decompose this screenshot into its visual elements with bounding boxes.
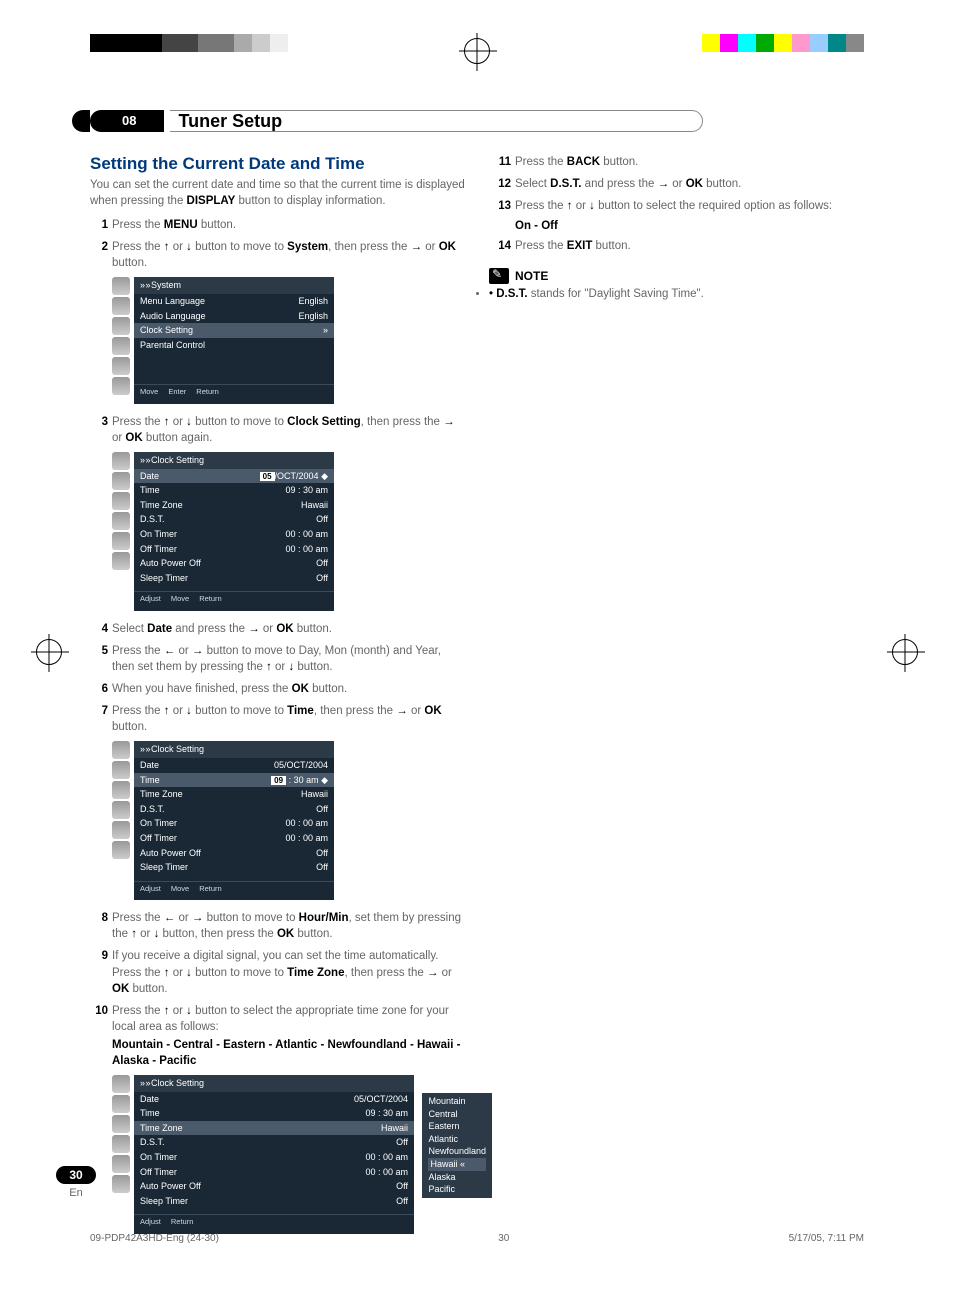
- note-icon: [489, 268, 509, 284]
- step-13-options: On - Off: [515, 220, 864, 232]
- note-heading: NOTE: [489, 268, 864, 284]
- osd-system-menu: System Menu LanguageEnglish Audio Langua…: [134, 277, 334, 403]
- step-3: Press the ↑ or ↓ button to move to Clock…: [90, 414, 465, 611]
- step-6: When you have finished, press the OK but…: [90, 681, 465, 697]
- osd-clock-setting-date: Clock Setting Date05/OCT/2004 ◆ Time09 :…: [134, 452, 334, 611]
- page-number: 30 En: [56, 1166, 96, 1199]
- step-8: Press the ← or → button to move to Hour/…: [90, 910, 465, 942]
- step-12: 12Select D.S.T. and press the → or OK bu…: [489, 176, 864, 192]
- osd-timezone-popup: Mountain Central Eastern Atlantic Newfou…: [422, 1093, 492, 1198]
- note-body: D.S.T. stands for "Daylight Saving Time"…: [489, 288, 864, 300]
- chapter-number: 08: [90, 110, 164, 132]
- step-2: Press the ↑ or ↓ button to move to Syste…: [90, 239, 465, 404]
- step-7: Press the ↑ or ↓ button to move to Time,…: [90, 703, 465, 900]
- up-arrow-icon: ↑: [164, 241, 170, 253]
- section-title: Setting the Current Date and Time: [90, 154, 465, 174]
- document-footer: 09-PDP42A3HD-Eng (24-30) 30 5/17/05, 7:1…: [90, 1233, 864, 1244]
- step-5: Press the ← or → button to move to Day, …: [90, 643, 465, 675]
- section-intro: You can set the current date and time so…: [90, 178, 465, 209]
- osd-clock-setting-time: Clock Setting Date05/OCT/2004 Time09 : 3…: [134, 741, 334, 900]
- step-4: Select Date and press the → or OK button…: [90, 621, 465, 637]
- chapter-title: Tuner Setup: [170, 110, 703, 132]
- osd-clock-setting-timezone: Clock Setting Date05/OCT/2004 Time09 : 3…: [134, 1075, 414, 1234]
- chapter-header: 08 Tuner Setup: [90, 110, 864, 132]
- step-11: 11Press the BACK button.: [489, 154, 864, 170]
- step-10: Press the ↑ or ↓ button to select the ap…: [90, 1003, 465, 1234]
- step-1: Press the MENU button.: [90, 217, 465, 233]
- step-14: 14Press the EXIT button.: [489, 238, 864, 254]
- right-arrow-icon: →: [411, 241, 423, 253]
- left-arrow-icon: ←: [164, 645, 176, 657]
- step-13: 13Press the ↑ or ↓ button to select the …: [489, 198, 864, 214]
- step-9: If you receive a digital signal, you can…: [90, 948, 465, 996]
